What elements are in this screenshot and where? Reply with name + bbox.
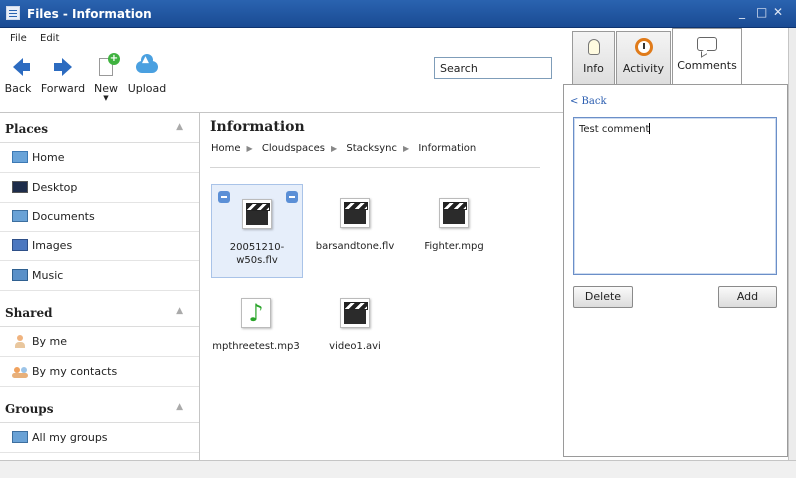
tab-info[interactable]: Info — [572, 31, 615, 84]
back-button[interactable]: Back — [4, 52, 32, 95]
window-title: Files - Information — [27, 7, 152, 21]
sidebar: Places ▲ Home Desktop Documents Images M… — [0, 113, 200, 460]
comment-bubble-icon — [697, 37, 717, 51]
person-icon — [15, 335, 25, 348]
music-folder-icon — [12, 269, 28, 281]
upload-cloud-icon — [136, 54, 158, 73]
sidebar-item-label: Music — [32, 269, 64, 282]
app-icon — [6, 6, 20, 20]
minimize-button[interactable]: _ — [739, 5, 745, 19]
collapse-up-icon[interactable]: ▲ — [176, 122, 183, 132]
collapse-up-icon[interactable]: ▲ — [176, 402, 183, 412]
tab-label: Info — [583, 62, 604, 75]
places-header[interactable]: Places ▲ — [0, 113, 199, 143]
menu-file[interactable]: File — [10, 33, 27, 44]
menu-edit[interactable]: Edit — [40, 33, 59, 44]
delete-button[interactable]: Delete — [573, 286, 633, 308]
breadcrumb-item[interactable]: Home — [211, 143, 241, 154]
search-input[interactable]: Search — [434, 57, 552, 79]
back-arrow-icon — [13, 58, 30, 76]
sidebar-item-label: Desktop — [32, 181, 78, 194]
audio-file-icon: ♪ — [241, 298, 271, 328]
sidebar-item-label: By me — [32, 335, 68, 348]
lightbulb-icon — [587, 39, 600, 55]
tab-activity[interactable]: Activity — [616, 31, 671, 84]
breadcrumb-divider — [210, 167, 540, 168]
video-file-icon — [340, 298, 370, 328]
breadcrumb-item[interactable]: Stacksync — [346, 143, 397, 154]
groups-folder-icon — [12, 431, 28, 443]
file-name: barsandtone.flv — [315, 241, 395, 252]
forward-button[interactable]: Forward — [40, 52, 86, 95]
sidebar-item-label: By my contacts — [32, 365, 118, 378]
back-label: Back — [4, 82, 32, 95]
upload-button[interactable]: Upload — [127, 52, 167, 95]
file-item[interactable]: Fighter.mpg — [408, 192, 500, 253]
sidebar-item-music[interactable]: Music — [0, 261, 199, 291]
documents-folder-icon — [12, 210, 28, 222]
places-title: Places — [5, 122, 49, 136]
sidebar-item-by-my-contacts[interactable]: By my contacts — [0, 357, 199, 387]
forward-arrow-icon — [54, 58, 72, 76]
tab-label: Activity — [622, 62, 665, 75]
groups-title: Groups — [5, 402, 54, 416]
file-item[interactable]: ♪ mpthreetest.mp3 — [210, 292, 302, 353]
chevron-right-icon: ▶ — [331, 144, 338, 153]
checkbox-icon[interactable] — [218, 191, 230, 203]
video-file-icon — [439, 198, 469, 228]
video-file-icon — [340, 198, 370, 228]
sidebar-item-desktop[interactable]: Desktop — [0, 173, 199, 203]
upload-label: Upload — [127, 82, 167, 95]
sidebar-item-images[interactable]: Images — [0, 231, 199, 261]
desktop-icon — [12, 181, 28, 193]
sidebar-item-label: Documents — [32, 210, 95, 223]
chevron-right-icon: ▶ — [246, 144, 253, 153]
add-button[interactable]: Add — [718, 286, 777, 308]
file-name: Fighter.mpg — [424, 241, 484, 252]
new-button[interactable]: + New ▼ — [92, 52, 120, 102]
sidebar-item-label: Home — [32, 151, 65, 164]
page-title: Information — [210, 119, 305, 135]
sidebar-item-by-me[interactable]: By me — [0, 327, 199, 357]
file-item[interactable]: barsandtone.flv — [309, 192, 401, 253]
collapse-up-icon[interactable]: ▲ — [176, 306, 183, 316]
checkbox-icon[interactable] — [286, 191, 298, 203]
maximize-button[interactable]: □ — [756, 5, 767, 19]
video-file-icon — [242, 199, 272, 229]
clock-icon — [634, 38, 653, 56]
sidebar-item-all-my-groups[interactable]: All my groups — [0, 423, 199, 453]
shared-header[interactable]: Shared ▲ — [0, 297, 199, 327]
images-folder-icon — [12, 239, 28, 251]
breadcrumb-item[interactable]: Cloudspaces — [262, 143, 325, 154]
close-button[interactable]: ✕ — [773, 5, 783, 19]
file-name: 20051210- w50s.flv — [229, 242, 285, 266]
sidebar-item-label: All my groups — [32, 431, 108, 444]
title-bar: Files - Information _ □ ✕ — [0, 0, 796, 28]
back-link[interactable]: < Back — [570, 96, 607, 107]
sidebar-item-home[interactable]: Home — [0, 143, 199, 173]
file-name: video1.avi — [329, 341, 381, 352]
new-dropdown-icon: ▼ — [103, 94, 109, 102]
tab-comments[interactable]: Comments — [672, 28, 742, 84]
groups-header[interactable]: Groups ▲ — [0, 393, 199, 423]
file-item[interactable]: video1.avi — [309, 292, 401, 353]
new-document-icon: + — [99, 53, 120, 76]
breadcrumb-item[interactable]: Information — [418, 143, 476, 154]
forward-label: Forward — [40, 82, 86, 95]
sidebar-item-label: Images — [32, 239, 73, 252]
chevron-right-icon: ▶ — [403, 144, 410, 153]
home-folder-icon — [12, 151, 28, 163]
contacts-icon — [12, 365, 28, 378]
tab-label: Comments — [677, 59, 737, 72]
sidebar-item-documents[interactable]: Documents — [0, 202, 199, 232]
file-name: mpthreetest.mp3 — [212, 341, 300, 352]
shared-title: Shared — [5, 306, 53, 320]
file-item[interactable]: 20051210- w50s.flv — [211, 184, 303, 278]
breadcrumb: Home ▶ Cloudspaces ▶ Stacksync ▶ Informatio… — [211, 143, 482, 154]
window-edge — [788, 28, 796, 460]
comment-textarea[interactable]: Test comment — [573, 117, 777, 275]
status-bar — [0, 460, 796, 478]
